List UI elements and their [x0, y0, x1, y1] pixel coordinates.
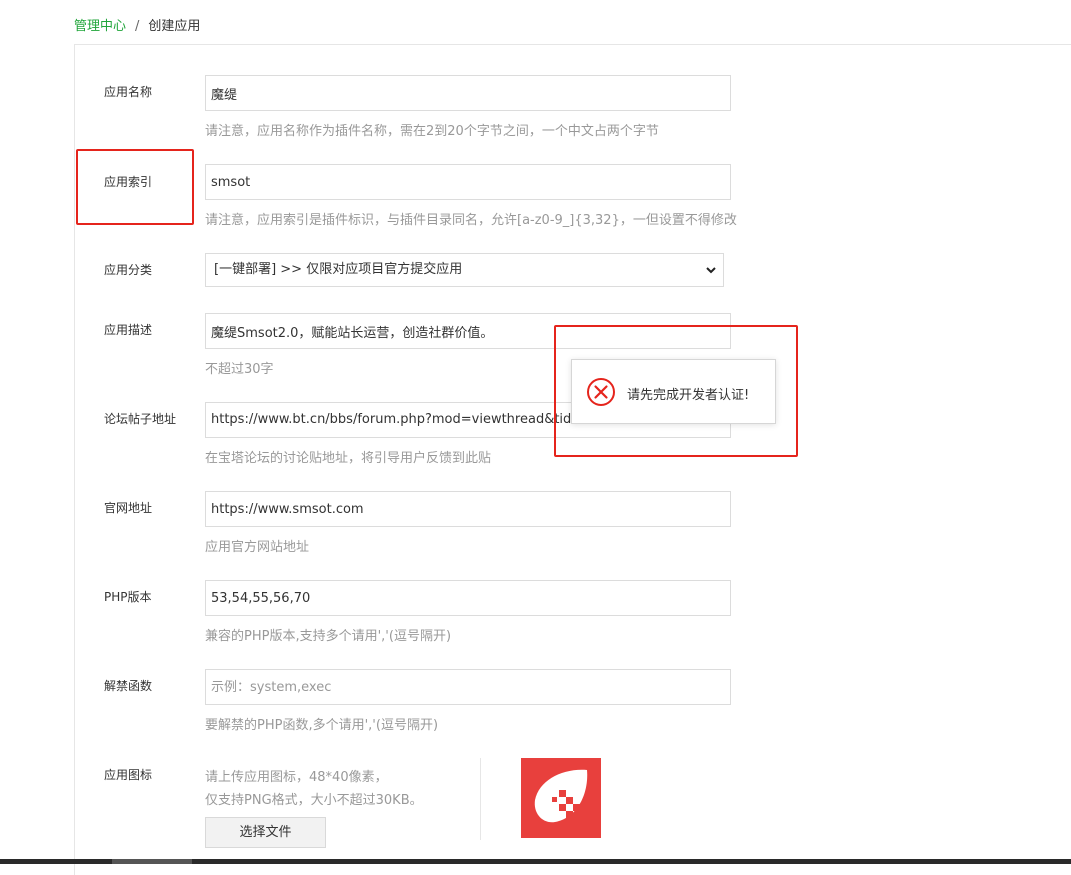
divider: [480, 758, 481, 840]
horizontal-scrollbar[interactable]: [0, 859, 1071, 864]
app-category-selected: [一键部署] >> 仅限对应项目官方提交应用: [214, 262, 463, 277]
app-icon-label: 应用图标: [104, 768, 153, 782]
app-icon-hint-line2: 仅支持PNG格式，大小不超过30KB。: [205, 793, 423, 808]
php-version-label: PHP版本: [104, 590, 152, 604]
highlight-box-toast: [554, 325, 798, 457]
choose-file-button[interactable]: 选择文件: [205, 817, 326, 848]
app-desc-hint: 不超过30字: [205, 362, 274, 377]
scrollbar-thumb[interactable]: [112, 859, 192, 864]
app-category-label: 应用分类: [104, 263, 153, 277]
website-label: 官网地址: [104, 501, 153, 515]
app-name-input[interactable]: [205, 75, 731, 111]
website-input[interactable]: [205, 491, 731, 527]
breadcrumb-home-link[interactable]: 管理中心: [74, 19, 126, 34]
breadcrumb-current: 创建应用: [148, 19, 201, 34]
php-version-input[interactable]: [205, 580, 731, 616]
forum-url-label: 论坛帖子地址: [104, 412, 177, 426]
forum-url-hint: 在宝塔论坛的讨论贴地址，将引导用户反馈到此贴: [205, 451, 492, 466]
unban-funcs-input[interactable]: [205, 669, 731, 705]
unban-funcs-label: 解禁函数: [104, 679, 153, 693]
php-version-hint: 兼容的PHP版本,支持多个请用','(逗号隔开): [205, 629, 452, 644]
breadcrumb: 管理中心 / 创建应用: [74, 15, 200, 34]
app-index-input[interactable]: [205, 164, 731, 200]
highlight-box-app-index: [76, 149, 194, 225]
app-desc-label: 应用描述: [104, 323, 153, 337]
app-name-label: 应用名称: [104, 85, 153, 99]
app-icon-hint-line1: 请上传应用图标，48*40像素，: [205, 770, 388, 785]
chevron-down-icon: [706, 267, 716, 274]
breadcrumb-separator: /: [135, 19, 140, 34]
website-hint: 应用官方网站地址: [205, 540, 310, 555]
app-logo-preview: [521, 758, 601, 838]
app-index-hint: 请注意，应用索引是插件标识，与插件目录同名，允许[a-z0-9_]{3,32}，…: [205, 213, 737, 228]
unban-funcs-hint: 要解禁的PHP函数,多个请用','(逗号隔开): [205, 718, 439, 733]
app-category-select[interactable]: [一键部署] >> 仅限对应项目官方提交应用: [205, 253, 724, 287]
app-name-hint: 请注意，应用名称作为插件名称，需在2到20个字节之间，一个中文占两个字节: [205, 124, 659, 139]
